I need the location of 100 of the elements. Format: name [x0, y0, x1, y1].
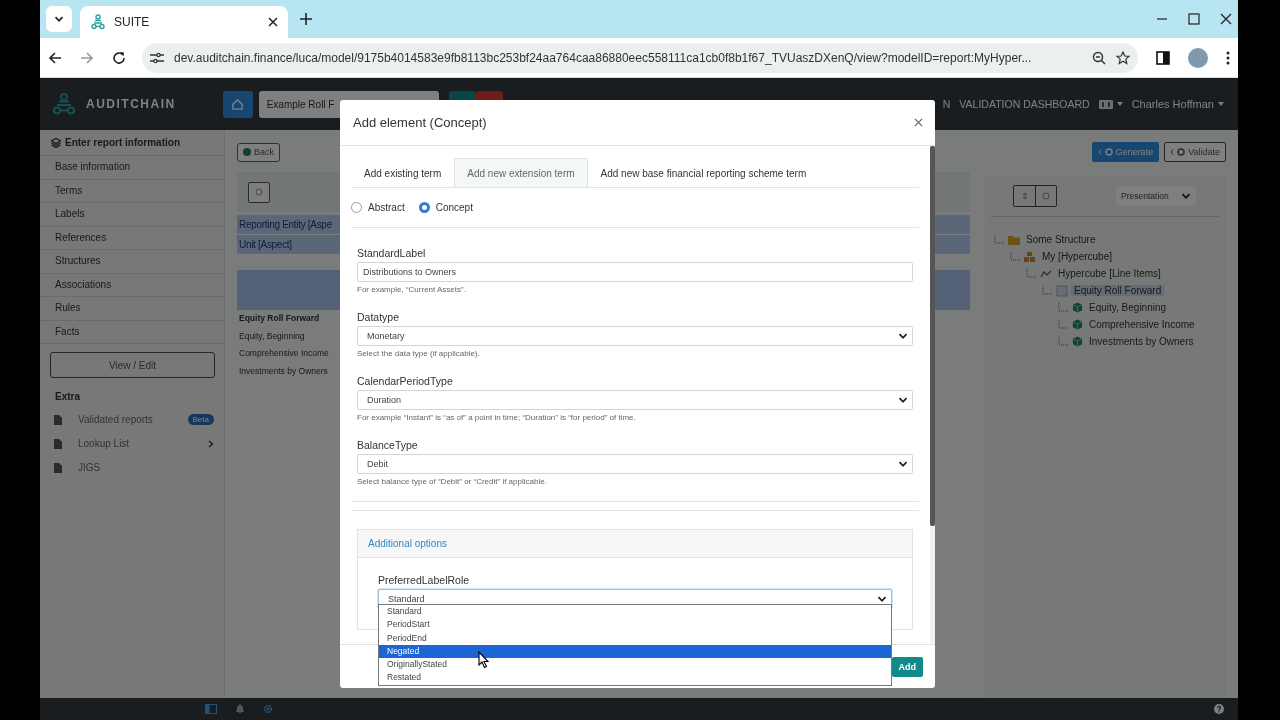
field-label: PreferredLabelRole [378, 573, 471, 588]
url-text: dev.auditchain.finance/luca/model/9175b4014583e9fb8113bc253bf24aa764caa86880eec558111ca1cb0f8b1f67_TVUaszDXenQ/view?modelID=report:MyHyper... [174, 50, 1033, 65]
scrollbar-thumb[interactable] [930, 146, 935, 526]
back-button[interactable] [48, 50, 62, 65]
star-icon[interactable] [1116, 50, 1130, 65]
site-settings-icon[interactable] [150, 51, 164, 64]
tree-node[interactable]: Equity Roll Forward [1071, 285, 1165, 296]
element-type-radio[interactable]: Abstract [351, 202, 405, 213]
caret-icon [1116, 102, 1123, 106]
sidebar-item[interactable]: Lookup List [40, 432, 224, 456]
help-text: For example “Instant” is “as of” a point in time; “Duration” is “for period” of time. [357, 412, 637, 424]
select-field[interactable]: Duration [357, 390, 913, 410]
pointer-icon [478, 651, 490, 669]
chevron-down-icon [898, 331, 908, 341]
zoom-icon[interactable] [1092, 50, 1106, 65]
tree-node[interactable]: Some Structure [1023, 234, 1099, 245]
nav-link[interactable]: N [942, 98, 951, 110]
tree-node[interactable]: Comprehensive Income [1086, 319, 1198, 330]
validate-button[interactable]: Validate [1164, 142, 1226, 162]
view-edit-button[interactable]: View / Edit [50, 352, 215, 378]
sidebar-item[interactable]: Facts [40, 319, 224, 343]
dropdown-option[interactable]: Restated [379, 671, 891, 685]
back-button[interactable]: Back [237, 142, 280, 162]
select-field[interactable]: Debit [357, 454, 913, 474]
sidebar-item[interactable]: Associations [40, 272, 224, 296]
radio-dot[interactable] [418, 202, 430, 213]
forward-button[interactable] [80, 50, 94, 65]
browser-menu-button[interactable] [1226, 50, 1230, 65]
sidebar-toggle-button[interactable] [205, 704, 217, 714]
tree-connector-icon [993, 234, 1005, 245]
caret-icon [1218, 102, 1224, 106]
chevron-down-icon [54, 14, 64, 24]
help-text: Select the data type (if applicable). [357, 348, 481, 360]
address-bar[interactable]: dev.auditchain.finance/luca/model/9175b4014583e9fb8113bc253bf24aa764caa86880eec558111ca1cb0f8b1f67_TVUaszDXenQ/view?modelID=report:MyHyper... [142, 42, 1138, 73]
dialog-tab[interactable]: Add new base financial reporting scheme term [587, 158, 820, 187]
chevron-down-icon [898, 395, 908, 405]
dropdown-option[interactable]: Negated [379, 644, 891, 659]
nav-link[interactable]: VALIDATION DASHBOARD [959, 98, 1090, 110]
tree-connector-icon [1025, 268, 1037, 279]
element-type-radio[interactable]: Concept [418, 202, 473, 213]
dropdown-option[interactable]: PeriodEnd [379, 631, 891, 645]
accordion-header[interactable]: Additional options [358, 530, 912, 558]
line-item: Equity Roll Forward [238, 312, 321, 325]
close-button[interactable] [914, 118, 923, 127]
sidebar-item[interactable]: Validated reports Beta [40, 408, 224, 432]
sidebar-item[interactable]: Rules [40, 296, 224, 320]
tree-node[interactable]: Investments by Owners [1086, 336, 1197, 347]
sidebar-item[interactable]: Structures [40, 249, 224, 273]
circle-icon [255, 188, 263, 196]
home-icon [231, 97, 245, 111]
tree-connector-icon [1009, 251, 1021, 262]
refresh-button[interactable] [1035, 186, 1056, 206]
field-label: Datatype [357, 310, 401, 325]
close-window-button[interactable] [1220, 13, 1232, 25]
bell-icon[interactable] [235, 704, 245, 714]
sidebar-item[interactable]: Labels [40, 202, 224, 226]
dropdown-option[interactable]: OriginallyStated [379, 658, 891, 672]
abstract-icon [1056, 284, 1068, 297]
home-button[interactable] [222, 90, 253, 118]
expand-icon [1020, 192, 1029, 200]
add-button[interactable]: Add [891, 656, 923, 677]
radio-dot[interactable] [351, 202, 362, 213]
tree-node[interactable]: Hypercube [Line Items] [1055, 268, 1164, 279]
generate-button[interactable]: Generate [1091, 142, 1160, 162]
chevron-down-icon [1181, 191, 1191, 201]
select-field[interactable]: Monetary [357, 326, 913, 346]
tab-title: SUITE [114, 15, 151, 29]
line-item: Comprehensive Income [238, 347, 330, 360]
flag-icon [1098, 99, 1113, 109]
view-select[interactable]: Presentation [1116, 186, 1196, 206]
document-icon [54, 414, 62, 425]
input-field[interactable]: Distributions to Owners [357, 262, 913, 282]
sidebar-item[interactable]: References [40, 225, 224, 249]
sidebar-item[interactable]: Terms [40, 178, 224, 202]
dialog-tab[interactable]: Add new extension term [454, 158, 588, 187]
new-tab-button[interactable] [300, 13, 312, 25]
field-label: BalanceType [357, 438, 419, 453]
user-menu[interactable]: Charles Hoffman [1131, 98, 1224, 110]
dropdown-option[interactable]: PeriodStart [379, 618, 891, 632]
tree-node[interactable]: My [Hypercube] [1039, 251, 1116, 262]
dialog-tab[interactable]: Add existing term [351, 158, 455, 187]
side-panel-button[interactable] [1156, 50, 1170, 65]
tree-node[interactable]: Equity, Beginning [1086, 302, 1170, 313]
field-label: StandardLabel [357, 246, 427, 261]
brand-name: AUDITCHAIN [86, 97, 176, 111]
chain-logo-icon [90, 14, 106, 30]
language-button[interactable] [1098, 99, 1123, 109]
chevron-left-icon [1097, 149, 1102, 155]
close-icon[interactable] [268, 17, 278, 27]
sidebar-item[interactable]: JIGS [40, 456, 224, 480]
help-icon[interactable] [1214, 704, 1224, 716]
sidebar-item[interactable]: Base information [40, 155, 224, 179]
reload-button[interactable] [112, 50, 126, 65]
toggle-button[interactable] [248, 181, 270, 203]
tab-search-button[interactable] [46, 6, 72, 32]
tree-connector-icon [1057, 302, 1069, 313]
maximize-button[interactable] [1188, 13, 1200, 25]
refresh-icon [1042, 192, 1050, 200]
browser-tab[interactable]: SUITE [80, 6, 288, 38]
profile-avatar[interactable] [1188, 47, 1208, 68]
